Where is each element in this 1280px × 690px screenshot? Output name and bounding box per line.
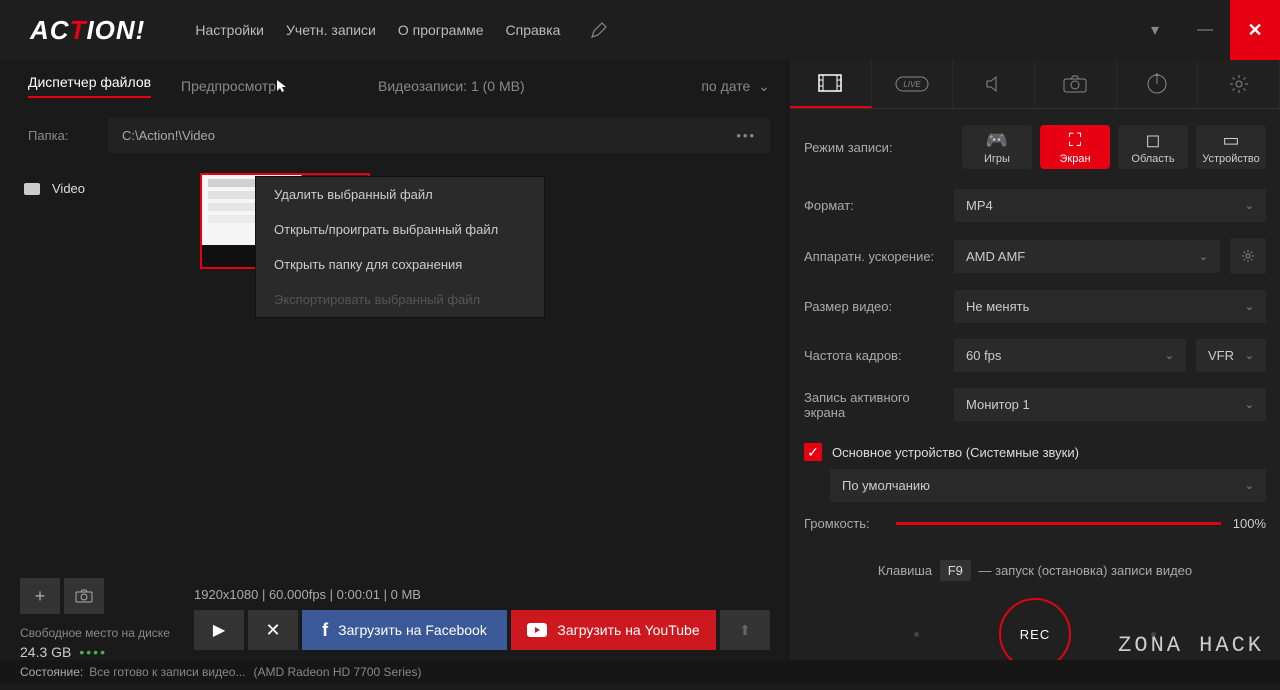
disk-value: 24.3 GB •••• [20,644,194,660]
chevron-down-icon: ⌄ [1245,479,1254,492]
mode-photo-icon[interactable] [1035,60,1117,108]
mode-benchmark-icon[interactable] [1117,60,1199,108]
indicator-dot [914,632,919,637]
app-logo: ACTION! [30,15,145,46]
menu-accounts[interactable]: Учетн. записи [286,22,376,38]
facebook-icon: f [322,620,328,641]
device-icon: ▭ [1222,130,1239,151]
videosize-label: Размер видео: [804,299,944,314]
titlebar: ACTION! Настройки Учетн. записи О програ… [0,0,1280,60]
gamepad-icon: 🎮 [986,130,1008,151]
ctx-open-folder[interactable]: Открыть папку для сохранения [256,247,544,282]
folder-path[interactable]: C:\Action!\Video ••• [108,118,770,153]
chevron-down-icon: ⌄ [758,78,770,95]
draw-icon[interactable] [590,21,608,39]
mode-live-icon[interactable]: LIVE [872,60,954,108]
audio-device-dropdown[interactable]: По умолчанию⌄ [830,469,1266,502]
main-menu: Настройки Учетн. записи О программе Спра… [195,22,560,38]
upload-facebook-button[interactable]: f Загрузить на Facebook [302,610,507,650]
menu-about[interactable]: О программе [398,22,484,38]
disk-indicator-icon: •••• [79,644,107,660]
format-label: Формат: [804,198,944,213]
rec-mode-games[interactable]: 🎮 Игры [962,125,1032,169]
status-bar: Состояние: Все готово к записи видео... … [0,660,1280,684]
video-count: Видеозаписи: 1 (0 MB) [378,78,525,94]
browse-icon[interactable]: ••• [736,128,756,143]
upload-youtube-button[interactable]: Загрузить на YouTube [511,610,716,650]
file-info: 1920x1080 | 60.000fps | 0:00:01 | 0 MB [194,587,770,602]
fullscreen-icon: ⛶ [1069,130,1082,151]
chevron-down-icon: ⌄ [1245,398,1254,411]
system-audio-label: Основное устройство (Системные звуки) [832,445,1079,460]
status-text: Все готово к записи видео... [89,665,245,679]
screen-label: Запись активного экрана [804,390,944,420]
hotkey-badge: F9 [940,560,971,581]
disk-label: Свободное место на диске [20,626,194,640]
menu-settings[interactable]: Настройки [195,22,264,38]
status-label: Состояние: [20,665,83,679]
fps-label: Частота кадров: [804,348,944,363]
play-button[interactable]: ▶ [194,610,244,650]
close-button[interactable]: ✕ [1230,0,1280,60]
folder-item-video[interactable]: Video [20,173,190,204]
tab-file-manager[interactable]: Диспетчер файлов [28,74,151,98]
format-dropdown[interactable]: MP4⌄ [954,189,1266,222]
cursor-icon [276,79,288,93]
volume-slider[interactable] [896,522,1221,525]
right-panel: LIVE Режим записи: 🎮 Игры ⛶ Эк [790,60,1280,660]
context-menu: Удалить выбранный файл Открыть/проиграть… [255,176,545,318]
hwaccel-label: Аппаратн. ускорение: [804,249,944,264]
hwaccel-dropdown[interactable]: AMD AMF⌄ [954,240,1220,273]
left-panel: Диспетчер файлов Предпросмотр Видеозапис… [0,60,790,660]
screenshot-button[interactable] [64,578,104,614]
chevron-down-icon: ⌄ [1165,349,1174,362]
tab-preview[interactable]: Предпросмотр [181,78,276,94]
system-audio-checkbox[interactable]: ✓ [804,443,822,461]
ctx-open-play[interactable]: Открыть/проиграть выбранный файл [256,212,544,247]
tray-button[interactable]: ▾ [1130,0,1180,60]
watermark: ZONA HACK [1118,633,1264,658]
minimize-button[interactable]: — [1180,0,1230,60]
menu-help[interactable]: Справка [506,22,561,38]
vfr-dropdown[interactable]: VFR⌄ [1196,339,1266,372]
chevron-down-icon: ⌄ [1245,300,1254,313]
ctx-delete[interactable]: Удалить выбранный файл [256,177,544,212]
hotkey-hint: Клавиша F9 — запуск (остановка) записи в… [790,545,1280,588]
volume-value: 100% [1233,516,1266,531]
window-controls: ▾ — ✕ [1130,0,1280,60]
screen-dropdown[interactable]: Монитор 1⌄ [954,388,1266,421]
mode-settings-icon[interactable] [1198,60,1280,108]
region-icon: ◻ [1146,130,1161,151]
hwaccel-settings-button[interactable] [1230,238,1266,274]
status-gpu: (AMD Radeon HD 7700 Series) [253,665,421,679]
fps-dropdown[interactable]: 60 fps⌄ [954,339,1186,372]
delete-button[interactable]: ✕ [248,610,298,650]
svg-text:LIVE: LIVE [903,80,921,89]
rec-mode-region[interactable]: ◻ Область [1118,125,1188,169]
mode-audio-icon[interactable] [953,60,1035,108]
folder-icon [24,183,40,195]
youtube-icon [527,623,547,637]
chevron-down-icon: ⌄ [1245,349,1254,362]
rec-mode-label: Режим записи: [804,140,954,155]
add-button[interactable]: + [20,578,60,614]
volume-label: Громкость: [804,516,884,531]
rec-mode-screen[interactable]: ⛶ Экран [1040,125,1110,169]
folder-tree: Video [20,173,190,577]
rec-mode-device[interactable]: ▭ Устройство [1196,125,1266,169]
chevron-down-icon: ⌄ [1245,199,1254,212]
mode-video-icon[interactable] [790,60,872,108]
sort-dropdown[interactable]: по дате ⌄ [701,78,770,95]
upload-button[interactable]: ⬆ [720,610,770,650]
chevron-down-icon: ⌄ [1199,250,1208,263]
folder-label: Папка: [28,128,88,143]
ctx-export: Экспортировать выбранный файл [256,282,544,317]
videosize-dropdown[interactable]: Не менять⌄ [954,290,1266,323]
